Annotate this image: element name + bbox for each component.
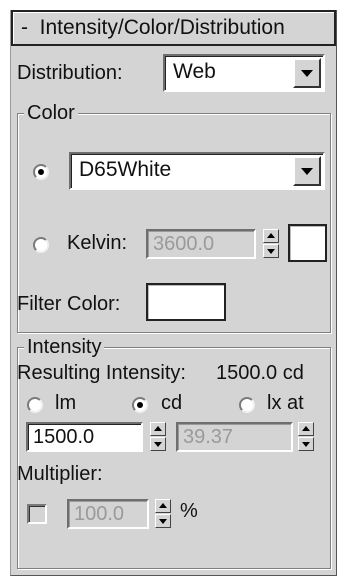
kelvin-field[interactable]: 3600.0	[146, 229, 256, 259]
intensity-group-title: Intensity	[24, 337, 105, 357]
distribution-dropdown[interactable]: Web	[163, 54, 325, 92]
unit-label-cd: cd	[161, 392, 183, 414]
color-preset-value: D65White	[79, 158, 172, 181]
distribution-value: Web	[173, 60, 216, 83]
intensity-spinner[interactable]	[150, 422, 166, 452]
kelvin-label: Kelvin:	[67, 232, 128, 254]
unit-radio-lx[interactable]	[239, 397, 255, 413]
preset-radio[interactable]	[33, 164, 49, 180]
unit-label-lm: lm	[55, 392, 77, 414]
kelvin-spinner[interactable]	[263, 229, 279, 259]
kelvin-color-swatch[interactable]	[288, 224, 327, 262]
multiplier-unit: %	[180, 500, 198, 522]
multiplier-spinner[interactable]	[155, 499, 171, 529]
color-preset-dropdown[interactable]: D65White	[69, 152, 325, 190]
rollout-title: Intensity/Color/Distribution	[39, 16, 285, 39]
rollout-panel: - Intensity/Color/Distribution Distribut…	[10, 10, 337, 576]
unit-radio-cd[interactable]	[132, 397, 148, 413]
distance-field[interactable]: 39.37	[176, 422, 293, 452]
kelvin-radio[interactable]	[33, 237, 49, 253]
unit-label-lx: lx at	[267, 392, 304, 414]
multiplier-checkbox[interactable]	[27, 504, 47, 524]
intensity-value-field[interactable]: 1500.0	[26, 422, 143, 452]
distance-spinner[interactable]	[298, 422, 314, 452]
distribution-label: Distribution:	[17, 62, 123, 84]
rollout-header[interactable]: - Intensity/Color/Distribution	[11, 10, 336, 46]
color-group-title: Color	[24, 103, 78, 123]
resulting-intensity-label: Resulting Intensity:	[17, 362, 186, 384]
unit-radio-lm[interactable]	[27, 397, 43, 413]
filter-color-swatch[interactable]	[146, 283, 226, 321]
collapse-icon: -	[21, 16, 28, 39]
chevron-down-icon[interactable]	[293, 58, 321, 88]
multiplier-field[interactable]: 100.0	[67, 499, 149, 529]
filter-color-label: Filter Color:	[17, 293, 121, 315]
resulting-intensity-value: 1500.0 cd	[216, 362, 304, 384]
chevron-down-icon[interactable]	[293, 156, 321, 186]
multiplier-label: Multiplier:	[17, 463, 103, 485]
